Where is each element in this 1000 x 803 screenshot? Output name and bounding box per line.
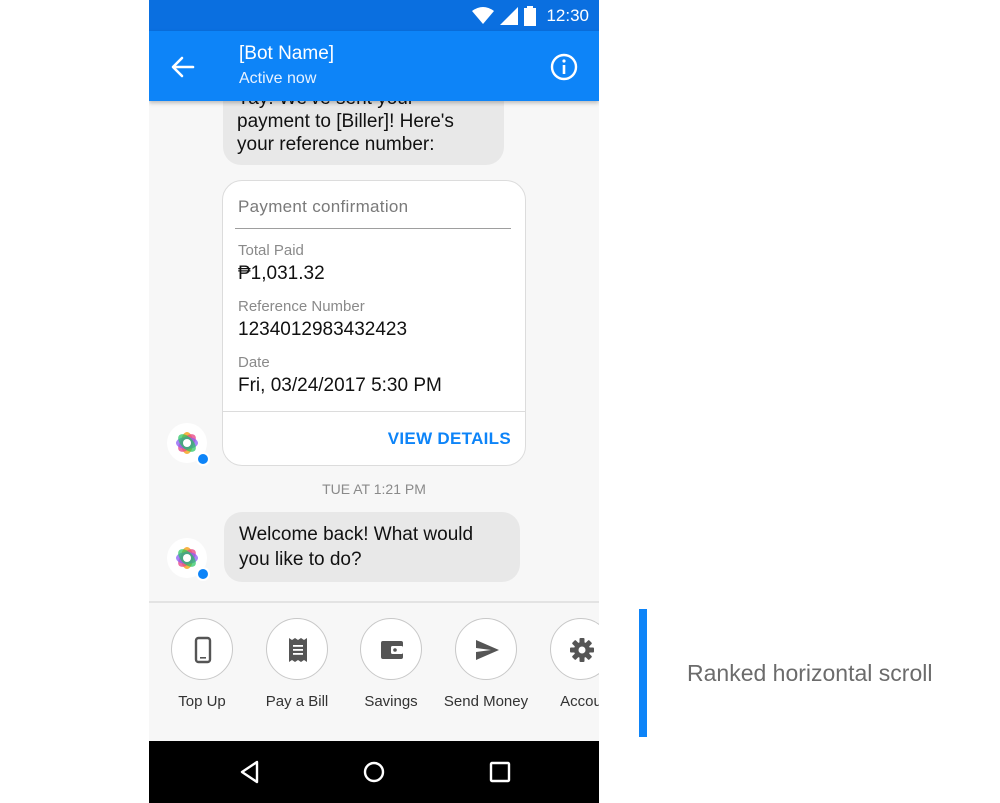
- wallet-icon: [381, 641, 403, 659]
- quick-actions-scroller[interactable]: Top Up Pay a Bill Savings Send Money Acc…: [149, 603, 599, 741]
- info-icon[interactable]: [549, 52, 579, 82]
- receipt-icon: [289, 638, 307, 662]
- send-icon: [476, 640, 499, 660]
- view-details-button[interactable]: VIEW DETAILS: [388, 429, 511, 449]
- message-timestamp: TUE AT 1:21 PM: [322, 481, 426, 497]
- quick-action-label: Savings: [364, 693, 418, 710]
- bot-active-status: Active now: [239, 70, 317, 87]
- chat-thread[interactable]: Yay! We've sent your payment to [Biller]…: [149, 101, 599, 601]
- messenger-badge-icon: [196, 567, 210, 581]
- quick-action-circle: [550, 618, 599, 680]
- quick-action-label: Accou: [560, 693, 599, 710]
- nav-back-icon[interactable]: [237, 759, 263, 785]
- annotation-label: Ranked horizontal scroll: [687, 660, 933, 686]
- signal-icon: [500, 7, 519, 25]
- bot-avatar: [167, 538, 210, 581]
- annotation-marker: [639, 609, 647, 737]
- quick-action-circle: [171, 618, 233, 680]
- payment-receipt-card: Payment confirmation Total Paid ₱1,031.3…: [222, 180, 526, 466]
- bot-message-bubble: Welcome back! What would you like to do?: [224, 512, 520, 582]
- reference-number-label: Reference Number: [238, 298, 365, 315]
- quick-action-circle: [266, 618, 328, 680]
- quick-action-circle: [360, 618, 422, 680]
- phone-screen: 12:30 [Bot Name] Active now Yay! We've s…: [149, 0, 599, 803]
- date-label: Date: [238, 354, 270, 371]
- nav-recents-icon[interactable]: [487, 759, 513, 785]
- phone-icon: [194, 636, 212, 664]
- receipt-title: Payment confirmation: [238, 197, 409, 216]
- quick-action-label: Send Money: [443, 693, 529, 710]
- quick-action-label: Top Up: [178, 693, 226, 710]
- wifi-icon: [472, 7, 495, 24]
- status-time: 12:30: [546, 6, 589, 25]
- app-bar: [Bot Name] Active now: [149, 31, 599, 101]
- status-bar: 12:30: [149, 0, 599, 31]
- receipt-footer-divider: [223, 411, 525, 412]
- date-value: Fri, 03/24/2017 5:30 PM: [238, 375, 442, 396]
- quick-action-circle: [455, 618, 517, 680]
- total-paid-label: Total Paid: [238, 242, 304, 259]
- gear-icon: [570, 638, 594, 662]
- receipt-divider: [235, 228, 511, 229]
- nav-home-icon[interactable]: [361, 759, 387, 785]
- android-nav-bar: [149, 741, 599, 803]
- back-arrow-icon[interactable]: [169, 53, 197, 81]
- bot-name: [Bot Name]: [239, 43, 335, 64]
- messenger-badge-icon: [196, 452, 210, 466]
- bot-avatar: [167, 423, 210, 466]
- reference-number-value: 1234012983432423: [238, 319, 408, 340]
- total-paid-value: ₱1,031.32: [238, 263, 325, 284]
- battery-icon: [524, 6, 537, 26]
- quick-action-label: Pay a Bill: [265, 693, 329, 710]
- bot-message-bubble: Yay! We've sent your payment to [Biller]…: [223, 101, 504, 165]
